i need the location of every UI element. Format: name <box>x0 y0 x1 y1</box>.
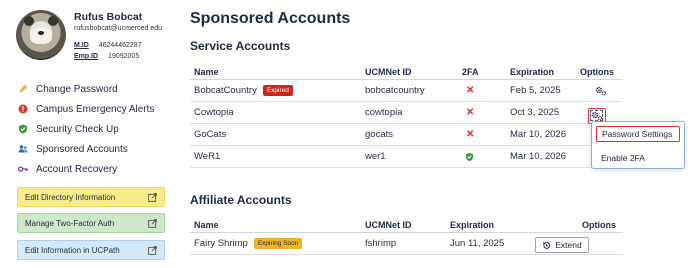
avatar <box>16 10 66 60</box>
users-icon <box>18 144 28 154</box>
gears-icon <box>591 111 603 121</box>
col-options: Options <box>580 67 614 77</box>
x-icon: ✕ <box>466 129 475 140</box>
account-name: BobcatCountry <box>194 85 257 96</box>
expiration-date: Mar 10, 2026 <box>510 129 566 140</box>
user-email: rufusbobcat@ucmerced.edu <box>74 25 163 32</box>
emp-label: Emp.ID <box>74 53 99 60</box>
sidebar-item-campus-emergency-alerts[interactable]: Campus Emergency Alerts <box>18 99 154 119</box>
ucmnet-id: gocats <box>365 129 393 140</box>
col-ucmnet: UCMNet ID <box>365 220 412 230</box>
user-name: Rufus Bobcat <box>74 11 143 23</box>
col-2fa: 2FA <box>462 67 479 77</box>
emp-row: Emp.ID 19092005 <box>74 53 139 60</box>
menu-item-password-settings[interactable]: Password Settings <box>596 126 680 142</box>
pencil-icon <box>18 84 28 94</box>
affiliate-accounts-title: Affiliate Accounts <box>190 193 292 207</box>
edit-ucpath-button[interactable]: Edit Information in UCPath <box>17 240 165 260</box>
x-icon: ✕ <box>466 107 475 118</box>
external-link-icon <box>148 193 157 202</box>
col-expiration: Expiration <box>450 220 495 230</box>
mid-value: 46244462287 <box>98 42 142 49</box>
account-name: Cowtopia <box>194 107 234 118</box>
table-row: WeR1 wer1 Mar 10, 2026 <box>190 146 622 168</box>
account-name: GoCats <box>194 129 227 140</box>
external-link-icon <box>148 219 157 228</box>
table-row: GoCats gocats ✕ Mar 10, 2026 <box>190 124 622 146</box>
extend-label: Extend <box>555 240 582 250</box>
external-link-icon <box>148 246 157 255</box>
manage-two-factor-label: Manage Two-Factor Auth <box>25 218 115 228</box>
mid-row: M.ID 46244462287 <box>74 42 142 49</box>
col-name: Name <box>194 220 219 230</box>
expiration-date: Mar 10, 2026 <box>510 151 566 162</box>
service-table-header: Name UCMNet ID 2FA Expiration Options <box>190 64 622 80</box>
undo-clock-icon <box>542 241 551 249</box>
manage-two-factor-button[interactable]: Manage Two-Factor Auth <box>17 213 165 233</box>
col-name: Name <box>194 67 219 77</box>
x-icon: ✕ <box>466 85 475 96</box>
shield-check-icon <box>18 124 28 134</box>
main-content: Sponsored Accounts Service Accounts Name… <box>190 0 686 268</box>
status-badge: Expiring Soon <box>253 238 303 249</box>
col-options: Options <box>582 220 616 230</box>
expiration-date: Jun 11, 2025 <box>450 238 505 249</box>
sidebar-item-security-check-up[interactable]: Security Check Up <box>18 119 154 139</box>
sidebar-item-label: Campus Emergency Alerts <box>36 103 155 115</box>
mid-label: M.ID <box>74 42 89 49</box>
col-expiration: Expiration <box>510 67 555 77</box>
shield-check-icon <box>465 152 474 165</box>
table-row: Cowtopia cowtopia ✕ Oct 3, 2025 <box>190 102 622 124</box>
edit-ucpath-label: Edit Information in UCPath <box>25 245 120 255</box>
affiliate-table-header: Name UCMNet ID Expiration Options <box>190 217 622 233</box>
expiration-date: Feb 5, 2025 <box>510 85 561 96</box>
status-badge: Expired <box>262 85 293 96</box>
options-gear-button[interactable] <box>595 86 607 99</box>
sidebar-nav: Change Password Campus Emergency Alerts … <box>18 79 154 179</box>
gears-icon <box>595 86 607 96</box>
options-dropdown-menu: Password Settings Enable 2FA <box>591 121 685 169</box>
key-icon <box>18 164 28 174</box>
sidebar-item-change-password[interactable]: Change Password <box>18 79 154 99</box>
ucmnet-id: wer1 <box>365 151 386 162</box>
extend-button[interactable]: Extend <box>535 237 589 253</box>
sidebar-item-account-recovery[interactable]: Account Recovery <box>18 159 154 179</box>
ucmnet-id: fshrimp <box>365 238 397 249</box>
sidebar-item-label: Security Check Up <box>36 123 119 135</box>
sidebar-item-sponsored-accounts[interactable]: Sponsored Accounts <box>18 139 154 159</box>
edit-directory-label: Edit Directory Information <box>25 192 116 202</box>
account-name: WeR1 <box>194 151 221 162</box>
sidebar-item-label: Change Password <box>36 83 118 95</box>
emp-value: 19092005 <box>108 53 140 60</box>
edit-directory-button[interactable]: Edit Directory Information <box>17 187 165 207</box>
sidebar-item-label: Sponsored Accounts <box>36 143 128 155</box>
alert-icon <box>18 104 28 114</box>
account-name: Fairy Shrimp <box>194 238 248 249</box>
ucmnet-id: cowtopia <box>365 107 403 118</box>
sidebar-item-label: Account Recovery <box>36 163 118 175</box>
expiration-date: Oct 3, 2025 <box>510 107 560 118</box>
sidebar: Rufus Bobcat rufusbobcat@ucmerced.edu M.… <box>0 0 180 268</box>
table-row: BobcatCountry Expired bobcatcountry ✕ Feb… <box>190 80 622 102</box>
ucmnet-id: bobcatcountry <box>365 85 425 96</box>
col-ucmnet: UCMNet ID <box>365 67 412 77</box>
page-title: Sponsored Accounts <box>190 10 351 27</box>
menu-item-enable-2fa[interactable]: Enable 2FA <box>596 150 680 166</box>
service-accounts-title: Service Accounts <box>190 39 291 53</box>
